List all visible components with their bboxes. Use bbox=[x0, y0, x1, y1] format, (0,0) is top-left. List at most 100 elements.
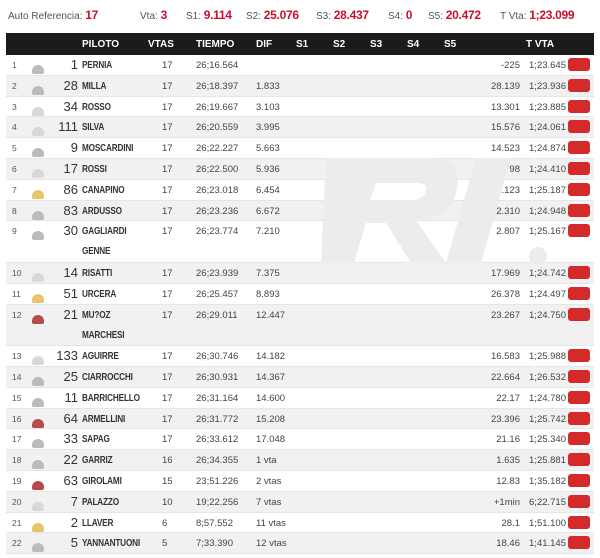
position: 15 bbox=[12, 392, 22, 403]
laps: 10 bbox=[162, 496, 173, 508]
sector-5: 12.123 bbox=[490, 184, 520, 196]
total-time: 26;23.018 bbox=[196, 184, 239, 196]
laps: 17 bbox=[162, 267, 173, 279]
total-time: 23;51.226 bbox=[196, 475, 239, 487]
detail-button[interactable] bbox=[568, 473, 590, 487]
table-row: 3 34 ROSSO 17 26;19.667 3.103 13.301 1;23.885 bbox=[6, 97, 594, 118]
sector-5: 2.310 bbox=[496, 205, 520, 217]
position: 14 bbox=[12, 371, 22, 382]
lap-time: 1;25.340 bbox=[529, 434, 566, 446]
gap: 6.454 bbox=[256, 184, 280, 196]
table-header: PILOTO VTAS TIEMPO DIF S1 S2 S3 S4 S5 T … bbox=[6, 33, 594, 55]
detail-button[interactable] bbox=[568, 515, 590, 529]
helmet-icon bbox=[32, 538, 44, 553]
driver-name: CIARROCCHI bbox=[82, 371, 133, 383]
position: 18 bbox=[12, 455, 22, 466]
detail-button[interactable] bbox=[568, 58, 590, 71]
car-number: 7 bbox=[70, 493, 78, 509]
lap-time: 6;22.715 bbox=[529, 496, 566, 508]
detail-button[interactable] bbox=[568, 411, 590, 425]
detail-button[interactable] bbox=[568, 349, 590, 363]
detail-button[interactable] bbox=[568, 390, 590, 404]
table-row: 4 111 SILVA 17 26;20.559 3.995 15.576 1;24.061 bbox=[6, 117, 594, 139]
table-row: 2 28 MILLA 17 26;18.397 1.833 28.139 1;23.936 bbox=[6, 75, 594, 97]
total-time: 26;18.397 bbox=[196, 80, 239, 92]
table-row: 15 11 BARRICHELLO 17 26;31.164 14.600 22.17 1;2… bbox=[6, 388, 594, 409]
sector-5: 12.83 bbox=[496, 475, 520, 487]
position: 20 bbox=[12, 496, 22, 507]
detail-button[interactable] bbox=[568, 286, 590, 300]
total-time: 26;30.931 bbox=[196, 371, 239, 383]
table-row: 12 21 MU?OZ MARCHESI 17 26;29.011 12.447 23.26… bbox=[6, 304, 594, 347]
laps: 17 bbox=[162, 184, 173, 196]
gap: 3.103 bbox=[256, 101, 280, 113]
car-number: 111 bbox=[58, 119, 78, 135]
gap: 15.208 bbox=[256, 413, 286, 425]
reference-bar: Auto Referencia: 17 Vta: 3 S1: 9.114 S2:… bbox=[0, 0, 600, 30]
car-number: 63 bbox=[63, 472, 78, 488]
col-s4: S4 bbox=[407, 39, 420, 50]
laps: 17 bbox=[162, 163, 173, 175]
col-s2: S2 bbox=[333, 39, 346, 50]
helmet-icon bbox=[32, 81, 44, 95]
helmet-icon bbox=[32, 351, 44, 366]
table-row: 10 14 RISATTI 17 26;23.939 7.375 17.969 1;24.74… bbox=[6, 262, 594, 284]
driver-name: MILLA bbox=[82, 80, 107, 92]
helmet-icon bbox=[32, 164, 44, 178]
position: 6 bbox=[12, 163, 17, 174]
detail-button[interactable] bbox=[568, 182, 590, 196]
detail-button[interactable] bbox=[568, 141, 590, 155]
lap-time: 1;24.750 bbox=[529, 309, 566, 321]
detail-button[interactable] bbox=[568, 203, 590, 217]
position: 5 bbox=[12, 143, 17, 154]
detail-button[interactable] bbox=[568, 78, 590, 92]
sector-5: 17.969 bbox=[490, 267, 520, 279]
detail-button[interactable] bbox=[568, 536, 590, 550]
detail-button[interactable] bbox=[568, 369, 590, 383]
driver-name: SILVA bbox=[82, 122, 105, 134]
laps: 6 bbox=[162, 517, 168, 529]
col-dif: DIF bbox=[256, 39, 273, 50]
table-row: 9 30 GAGLIARDI GENNE 17 26;23.774 7.210 2.807 1… bbox=[6, 221, 594, 263]
total-time: 26;34.355 bbox=[196, 455, 239, 467]
detail-button[interactable] bbox=[568, 224, 590, 238]
car-number: 5 bbox=[70, 535, 78, 551]
driver-name: ROSSO bbox=[82, 101, 111, 113]
lap-time: 1;24.948 bbox=[529, 205, 566, 217]
detail-button[interactable] bbox=[568, 120, 590, 134]
table-row: 16 64 ARMELLINI 17 26;31.772 15.208 23.396 1;25… bbox=[6, 408, 594, 430]
vta-readout: Vta: 3 bbox=[140, 8, 167, 22]
driver-name: GAGLIARDI GENNE bbox=[82, 226, 127, 258]
sector-5: 21.16 bbox=[496, 434, 520, 446]
detail-button[interactable] bbox=[568, 99, 590, 113]
car-number: 28 bbox=[63, 77, 78, 93]
s2-readout: S2: 25.076 bbox=[246, 8, 299, 22]
detail-button[interactable] bbox=[568, 432, 590, 446]
detail-button[interactable] bbox=[568, 494, 590, 508]
total-time: 26;22.227 bbox=[196, 143, 239, 155]
laps: 17 bbox=[162, 226, 173, 238]
helmet-icon bbox=[32, 122, 44, 137]
gap: 6.672 bbox=[256, 205, 280, 217]
s4-readout: S4: 0 bbox=[388, 8, 413, 22]
detail-button[interactable] bbox=[568, 265, 590, 279]
detail-button[interactable] bbox=[568, 307, 590, 321]
car-number: 9 bbox=[70, 140, 78, 156]
helmet-icon bbox=[32, 414, 44, 428]
laps: 17 bbox=[162, 205, 173, 217]
gap: 2 vtas bbox=[256, 475, 282, 487]
laps: 5 bbox=[162, 538, 168, 550]
lap-time: 1;25.988 bbox=[529, 351, 566, 363]
detail-button[interactable] bbox=[568, 453, 590, 467]
lap-time: 1;25.881 bbox=[529, 455, 566, 467]
detail-button[interactable] bbox=[568, 161, 590, 175]
table-row: 5 9 MOSCARDINI 17 26;22.227 5.663 14.523 1;24.8… bbox=[6, 138, 594, 159]
position: 1 bbox=[12, 60, 17, 70]
car-number: 133 bbox=[56, 348, 78, 364]
helmet-icon bbox=[32, 518, 44, 532]
driver-name: GARRIZ bbox=[82, 455, 113, 467]
tvta-readout: T Vta: 1;23.099 bbox=[500, 8, 575, 22]
total-time: 19;22.256 bbox=[196, 496, 239, 508]
driver-name: RISATTI bbox=[82, 267, 113, 279]
driver-name: MOSCARDINI bbox=[82, 143, 134, 155]
